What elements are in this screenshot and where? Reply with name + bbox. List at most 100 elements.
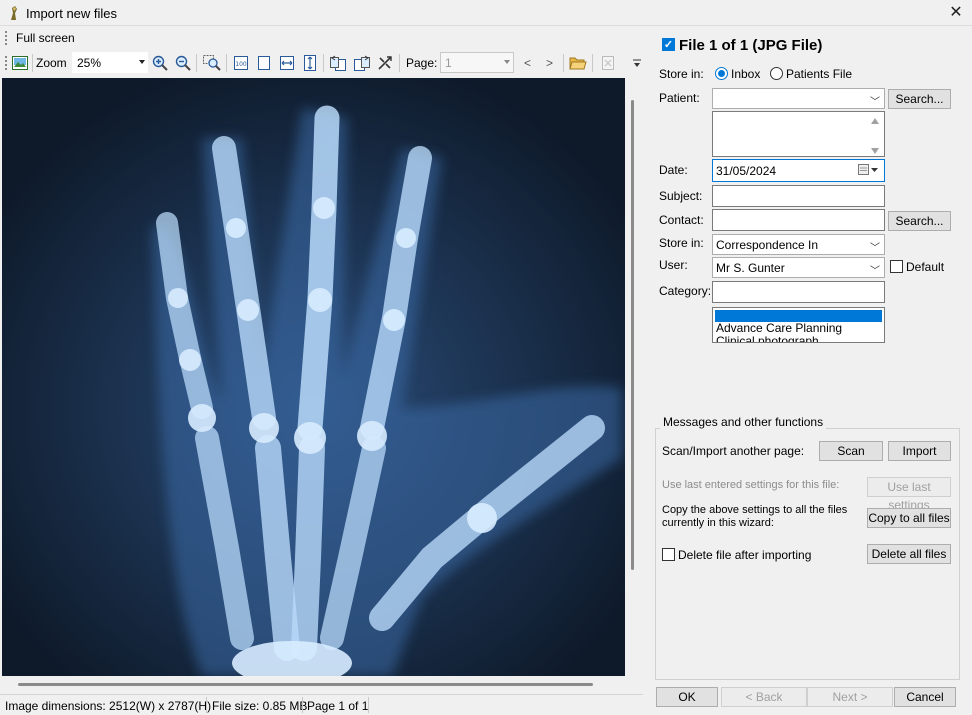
previous-page-button[interactable]: < <box>524 56 531 70</box>
delete-after-import-label[interactable]: Delete file after importing <box>678 548 811 562</box>
fit-height-icon[interactable] <box>300 53 320 73</box>
category-list-item[interactable]: Clinical photograph <box>713 335 884 343</box>
zoom-in-icon[interactable] <box>150 53 170 73</box>
vertical-scrollbar[interactable] <box>625 78 643 676</box>
scrollbar-thumb[interactable] <box>18 683 593 686</box>
actual-size-icon[interactable]: 100 <box>231 53 251 73</box>
contact-label: Contact: <box>659 213 704 227</box>
user-select[interactable]: Mr S. Gunter ﹀ <box>712 257 885 278</box>
chevron-down-icon: ﹀ <box>870 97 880 108</box>
date-label: Date: <box>659 163 688 177</box>
scroll-arrows-icon[interactable] <box>870 116 880 156</box>
open-folder-icon[interactable] <box>568 53 588 73</box>
page-select[interactable]: 1 <box>440 52 514 73</box>
patients-file-radio-label[interactable]: Patients File <box>786 67 852 81</box>
scrollbar-thumb[interactable] <box>631 100 634 570</box>
full-screen-bar: Full screen <box>0 26 643 50</box>
back-button[interactable]: < Back <box>721 687 807 707</box>
inbox-radio[interactable] <box>715 67 728 80</box>
viewer-toolbar: Zoom 25% 100 Page: 1 < > <box>0 50 643 76</box>
hand-xray-image <box>2 78 625 676</box>
subject-label: Subject: <box>659 189 703 203</box>
zoom-out-icon[interactable] <box>173 53 193 73</box>
zoom-value: 25% <box>77 56 102 70</box>
remove-page-icon <box>598 53 618 73</box>
fit-page-icon[interactable] <box>254 53 274 73</box>
toolbar-overflow-icon[interactable] <box>632 58 642 70</box>
image-icon[interactable] <box>10 53 30 73</box>
patients-file-radio[interactable] <box>770 67 783 80</box>
svg-text:100: 100 <box>235 61 247 68</box>
toolbar-separator <box>399 54 400 72</box>
ok-button[interactable]: OK <box>656 687 718 707</box>
import-form: File 1 of 1 (JPG File) Store in: Inbox P… <box>644 26 972 715</box>
patient-details-box[interactable] <box>712 111 885 157</box>
next-page-button[interactable]: > <box>546 56 553 70</box>
store-in-folder-select[interactable]: Correspondence In ﹀ <box>712 234 885 255</box>
patient-label: Patient: <box>659 91 700 105</box>
app-icon <box>11 6 17 20</box>
toolbar-separator <box>563 54 564 72</box>
toolbar-separator <box>592 54 593 72</box>
scan-import-label: Scan/Import another page: <box>662 444 805 458</box>
horizontal-scrollbar[interactable] <box>2 676 625 694</box>
chevron-down-icon: ﹀ <box>870 243 880 254</box>
status-separator <box>206 697 207 713</box>
category-filter-field[interactable] <box>712 281 885 303</box>
delete-all-files-button[interactable]: Delete all files <box>867 544 951 564</box>
file-header: File 1 of 1 (JPG File) <box>679 37 823 54</box>
close-icon[interactable]: ✕ <box>944 2 968 24</box>
patient-select[interactable]: ﹀ <box>712 88 885 109</box>
import-button[interactable]: Import <box>888 441 951 461</box>
zoom-select[interactable]: 25% <box>72 52 148 73</box>
rotate-right-icon[interactable] <box>352 53 372 73</box>
store-in-folder-label: Store in: <box>659 236 704 250</box>
toolbar-separator <box>196 54 197 72</box>
date-field[interactable]: 31/05/2024 <box>712 159 885 182</box>
copy-settings-label-line2: currently in this wizard: <box>662 517 774 529</box>
copy-to-all-files-button[interactable]: Copy to all files <box>867 508 951 528</box>
fit-width-icon[interactable] <box>277 53 297 73</box>
status-separator <box>368 697 369 713</box>
image-viewer[interactable] <box>2 78 625 676</box>
contact-field[interactable] <box>712 209 885 231</box>
flip-icon[interactable] <box>375 53 395 73</box>
inbox-radio-label[interactable]: Inbox <box>731 67 760 81</box>
use-last-settings-label: Use last entered settings for this file: <box>662 479 840 491</box>
user-label: User: <box>659 258 688 272</box>
title-bar: Import new files ✕ <box>0 0 972 26</box>
toolbar-grip-icon[interactable] <box>5 31 7 45</box>
user-value: Mr S. Gunter <box>716 261 785 275</box>
contact-search-button[interactable]: Search... <box>888 211 951 231</box>
chevron-down-icon <box>504 60 510 64</box>
scan-button[interactable]: Scan <box>819 441 883 461</box>
full-screen-button[interactable]: Full screen <box>16 31 75 45</box>
default-user-label[interactable]: Default <box>906 260 944 274</box>
use-last-settings-button[interactable]: Use last settings <box>867 477 951 512</box>
calendar-icon[interactable] <box>858 164 880 176</box>
delete-after-import-checkbox[interactable] <box>662 548 675 561</box>
file-selected-checkbox[interactable] <box>662 38 675 51</box>
category-label: Category: <box>659 284 712 298</box>
category-list[interactable]: Advance Care Planning Clinical photograp… <box>712 307 885 343</box>
toolbar-grip-icon[interactable] <box>5 56 7 70</box>
copy-settings-label-line1: Copy the above settings to all the files <box>662 504 848 516</box>
page-label: Page: <box>406 56 438 70</box>
status-separator <box>302 697 303 713</box>
file-size: File size: 0.85 MB <box>212 699 308 713</box>
image-dimensions: Image dimensions: 2512(W) x 2787(H) <box>5 699 212 713</box>
toolbar-separator <box>226 54 227 72</box>
cancel-button[interactable]: Cancel <box>894 687 956 707</box>
page-indicator: Page 1 of 1 <box>307 699 369 713</box>
zoom-label: Zoom <box>36 56 67 70</box>
default-user-checkbox[interactable] <box>890 260 903 273</box>
page-value: 1 <box>445 56 452 70</box>
next-button[interactable]: Next > <box>807 687 893 707</box>
patient-search-button[interactable]: Search... <box>888 89 951 109</box>
toolbar-separator <box>323 54 324 72</box>
subject-field[interactable] <box>712 185 885 207</box>
window-title: Import new files <box>26 6 118 21</box>
rotate-left-icon[interactable] <box>328 53 348 73</box>
viewer-pane: Full screen Zoom 25% 100 Page: 1 < > Ima… <box>0 26 643 715</box>
zoom-area-icon[interactable] <box>202 53 222 73</box>
